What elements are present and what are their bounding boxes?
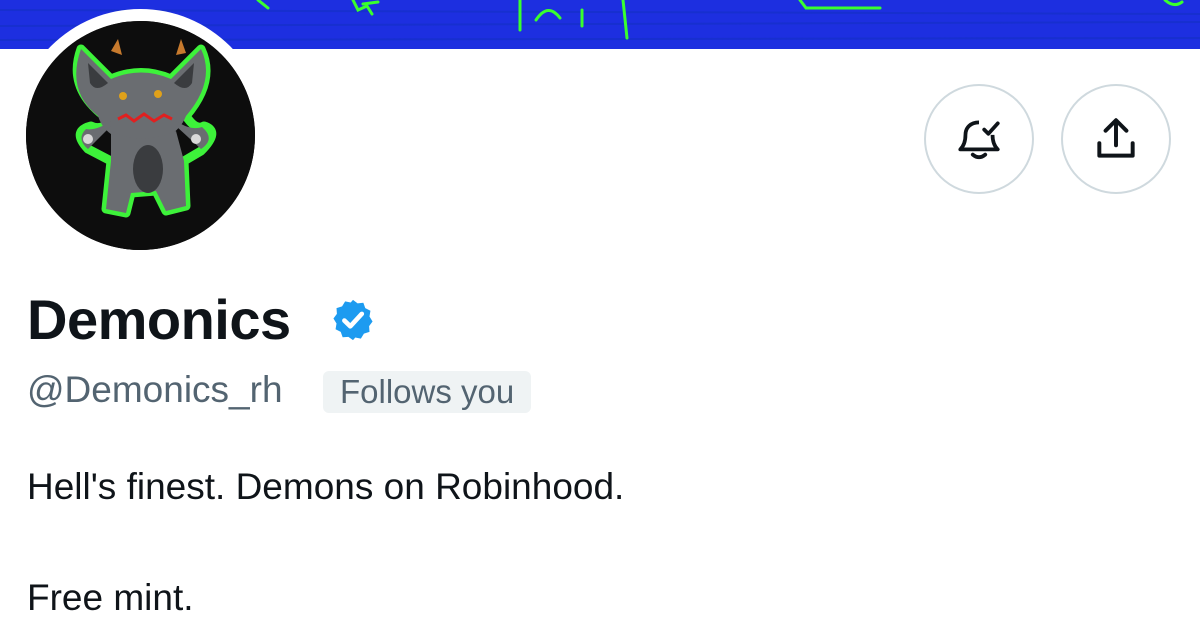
share-upload-icon <box>1097 118 1135 158</box>
notifications-button[interactable] <box>924 84 1034 194</box>
profile-page: Demonics @Demonics_rh Follows you Hell's… <box>0 0 1200 641</box>
handle: @Demonics_rh <box>27 369 283 410</box>
verified-badge-icon[interactable] <box>330 297 376 343</box>
bio-line: Hell's finest. Demons on Robinhood. <box>27 466 625 507</box>
share-button[interactable] <box>1061 84 1171 194</box>
bio-line: Free mint. <box>27 577 194 618</box>
bell-check-icon <box>958 120 1000 160</box>
display-name: Demonics <box>27 288 291 351</box>
avatar[interactable] <box>26 21 255 250</box>
follows-you-badge: Follows you <box>323 371 532 413</box>
demon-character-image <box>26 21 255 250</box>
